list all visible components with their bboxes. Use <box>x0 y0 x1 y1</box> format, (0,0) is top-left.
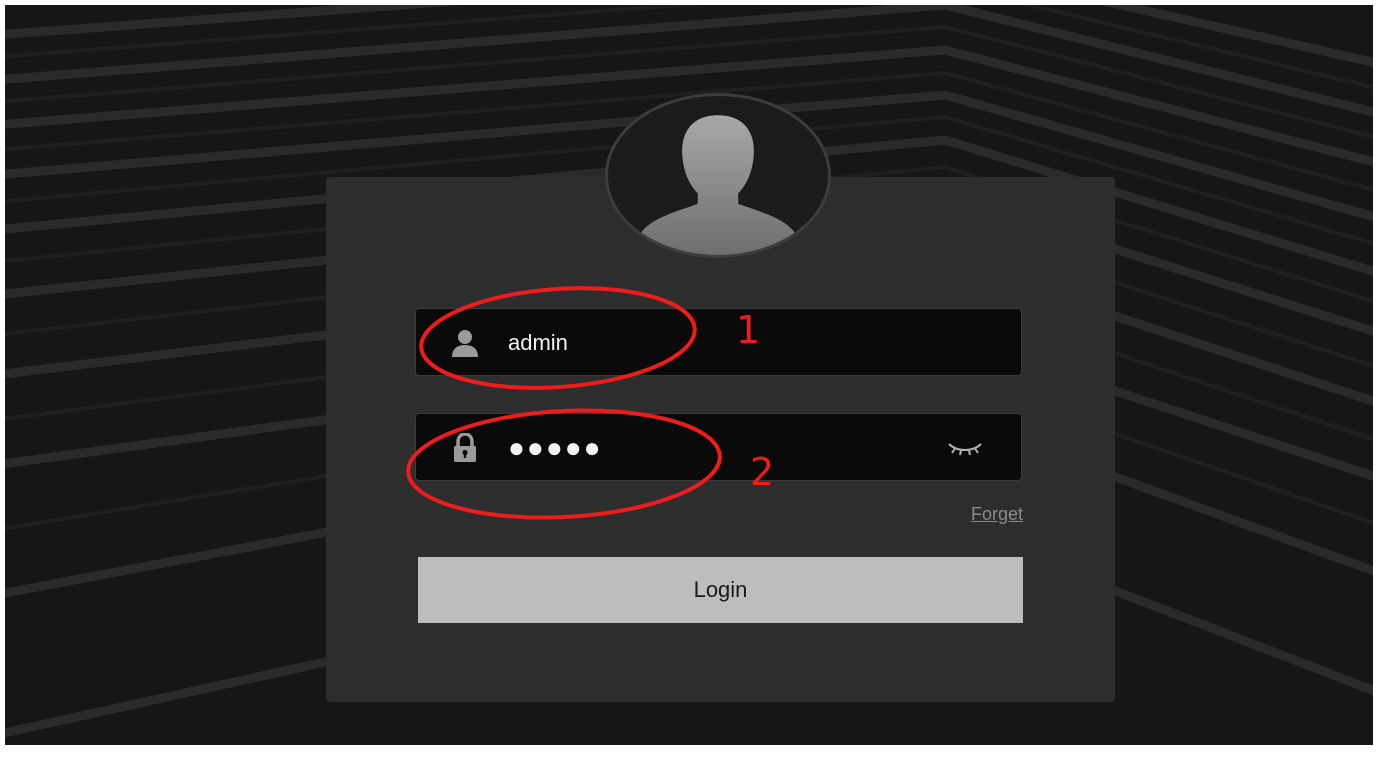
password-value[interactable]: ●●●●● <box>508 414 603 482</box>
user-silhouette-icon <box>605 93 831 258</box>
username-field[interactable]: admin <box>415 308 1022 376</box>
login-button[interactable]: Login <box>418 557 1023 623</box>
password-field[interactable]: ●●●●● <box>415 413 1022 481</box>
eye-closed-icon[interactable] <box>945 436 985 460</box>
annotation-marker-2: 2 <box>750 450 775 494</box>
login-screen: admin ●●●●● Forget Login 1 2 <box>5 5 1373 745</box>
username-value[interactable]: admin <box>508 309 568 377</box>
forget-link[interactable]: Forget <box>941 504 1023 525</box>
user-icon <box>450 328 480 358</box>
lock-icon <box>450 432 480 463</box>
annotation-marker-1: 1 <box>736 308 761 352</box>
